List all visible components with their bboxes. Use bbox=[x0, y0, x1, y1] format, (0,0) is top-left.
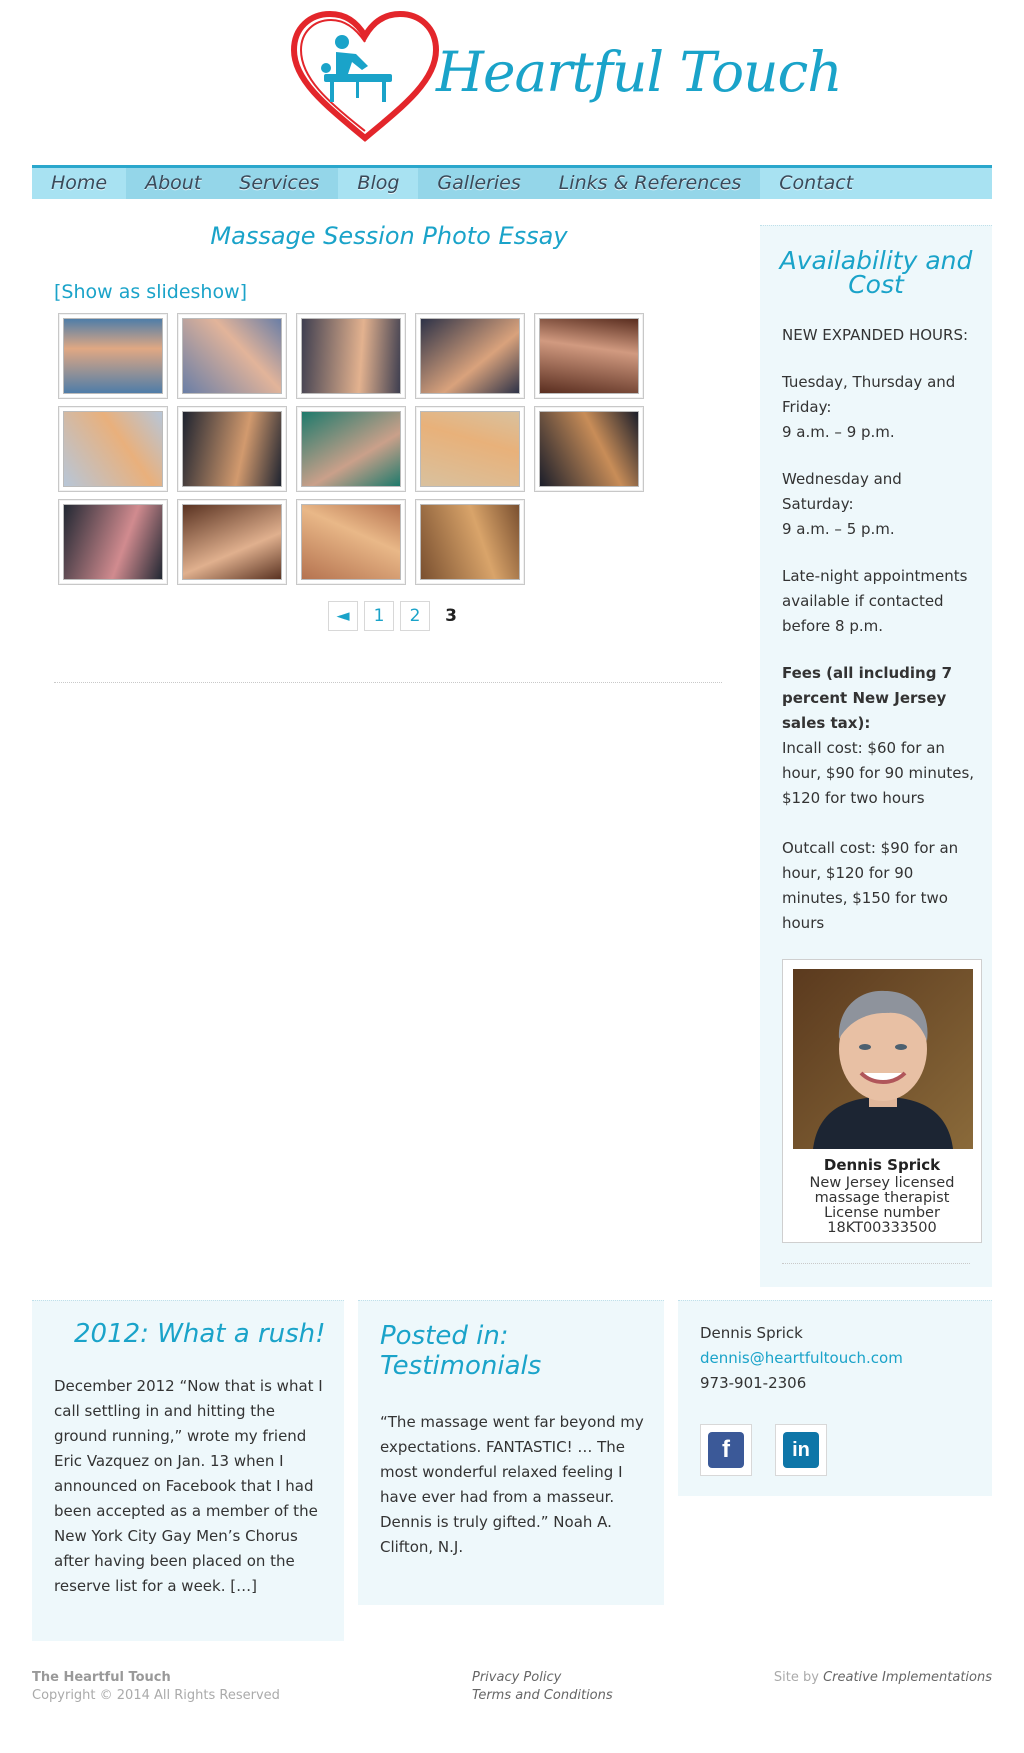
site-logo[interactable]: Heartful Touch bbox=[290, 10, 843, 142]
gallery-thumbnail[interactable] bbox=[534, 313, 644, 399]
gallery-thumbnail[interactable] bbox=[415, 406, 525, 492]
massage-photo bbox=[63, 318, 163, 394]
divider bbox=[782, 1263, 970, 1264]
gallery-thumbnail[interactable] bbox=[58, 499, 168, 585]
recent-post-title[interactable]: 2012: What a rush! bbox=[74, 1319, 326, 1349]
recent-post-excerpt: December 2012 “Now that is what I call s… bbox=[54, 1377, 323, 1595]
license-number: 18KT00333500 bbox=[827, 1220, 937, 1236]
massage-photo bbox=[63, 504, 163, 580]
sidebar-title: Availability and Cost bbox=[779, 246, 973, 299]
recent-post-widget: 2012: What a rush! December 2012 “Now th… bbox=[32, 1300, 344, 1641]
massage-photo bbox=[301, 411, 401, 487]
facebook-button[interactable]: f bbox=[700, 1424, 752, 1476]
massage-photo bbox=[182, 318, 282, 394]
massage-photo bbox=[420, 411, 520, 487]
gallery-thumbnail[interactable] bbox=[177, 313, 287, 399]
license-line-2: massage therapist bbox=[814, 1190, 950, 1206]
contact-email-link[interactable]: dennis@heartfultouch.com bbox=[700, 1346, 903, 1371]
massage-photo bbox=[182, 504, 282, 580]
gallery-thumbnail[interactable] bbox=[296, 499, 406, 585]
nav-services[interactable]: Services bbox=[220, 168, 339, 199]
fees-heading: Fees (all including 7 percent New Jersey… bbox=[782, 664, 953, 732]
nav-contact[interactable]: Contact bbox=[760, 168, 872, 199]
gallery-thumbnail[interactable] bbox=[415, 313, 525, 399]
gallery-thumbnail[interactable] bbox=[177, 406, 287, 492]
linkedin-icon: in bbox=[783, 1432, 819, 1468]
massage-photo bbox=[539, 411, 639, 487]
massage-photo bbox=[301, 504, 401, 580]
late-night-note: Late-night appointments available if con… bbox=[782, 567, 968, 635]
massage-photo bbox=[420, 318, 520, 394]
contact-name: Dennis Sprick bbox=[700, 1324, 803, 1342]
pagination: ◄ 1 2 3 bbox=[328, 601, 466, 631]
facebook-icon: f bbox=[708, 1432, 744, 1468]
nav-home[interactable]: Home bbox=[32, 168, 126, 199]
gallery-thumbnail[interactable] bbox=[534, 406, 644, 492]
nav-galleries[interactable]: Galleries bbox=[418, 168, 540, 199]
prev-page-button[interactable]: ◄ bbox=[328, 601, 358, 631]
hours-2: 9 a.m. – 5 p.m. bbox=[782, 520, 895, 538]
hours-1: 9 a.m. – 9 p.m. bbox=[782, 423, 895, 441]
incall-cost: Incall cost: $60 for an hour, $90 for 90… bbox=[782, 739, 975, 807]
gallery-thumbnail[interactable] bbox=[58, 313, 168, 399]
site-name: Heartful Touch bbox=[436, 40, 843, 104]
testimonial-text: “The massage went far beyond my expectat… bbox=[380, 1413, 644, 1556]
hours-heading: NEW EXPANDED HOURS: bbox=[782, 326, 969, 344]
linkedin-button[interactable]: in bbox=[775, 1424, 827, 1476]
gallery-thumbnail[interactable] bbox=[296, 406, 406, 492]
therapist-profile: Dennis Sprick New Jersey licensed massag… bbox=[782, 959, 982, 1243]
gallery-thumbnail[interactable] bbox=[296, 313, 406, 399]
current-page: 3 bbox=[445, 606, 457, 626]
massage-photo bbox=[182, 411, 282, 487]
outcall-cost: Outcall cost: $90 for an hour, $120 for … bbox=[782, 839, 959, 932]
massage-photo bbox=[420, 504, 520, 580]
heart-massage-icon bbox=[290, 10, 440, 142]
testimonial-title[interactable]: Posted in: Testimonials bbox=[380, 1321, 640, 1381]
massage-photo bbox=[301, 318, 401, 394]
divider bbox=[54, 682, 722, 683]
footer-site-name: The Heartful Touch bbox=[32, 1670, 171, 1685]
massage-photo bbox=[539, 318, 639, 394]
therapist-name: Dennis Sprick bbox=[823, 1156, 941, 1174]
availability-sidebar: Availability and Cost NEW EXPANDED HOURS… bbox=[760, 225, 992, 1287]
contact-widget: Dennis Sprick dennis@heartfultouch.com 9… bbox=[678, 1300, 992, 1496]
testimonial-widget: Posted in: Testimonials “The massage wen… bbox=[358, 1300, 664, 1605]
privacy-policy-link[interactable]: Privacy Policy bbox=[472, 1670, 561, 1685]
nav-blog[interactable]: Blog bbox=[338, 168, 418, 199]
days-1: Tuesday, Thursday and Friday: bbox=[782, 373, 956, 416]
page-1-button[interactable]: 1 bbox=[364, 601, 394, 631]
massage-photo bbox=[63, 411, 163, 487]
license-line-3: License number bbox=[824, 1205, 940, 1221]
credit-link[interactable]: Creative Implementations bbox=[823, 1670, 992, 1685]
page-title: Massage Session Photo Essay bbox=[210, 222, 568, 250]
page-2-button[interactable]: 2 bbox=[400, 601, 430, 631]
days-2: Wednesday and Saturday: bbox=[782, 470, 902, 513]
gallery-thumbnail[interactable] bbox=[177, 499, 287, 585]
show-slideshow-link[interactable]: [Show as slideshow] bbox=[54, 281, 247, 303]
nav-links-references[interactable]: Links & References bbox=[539, 168, 761, 199]
therapist-photo bbox=[793, 969, 973, 1149]
license-line-1: New Jersey licensed bbox=[809, 1175, 955, 1191]
contact-phone: 973-901-2306 bbox=[700, 1374, 807, 1392]
gallery-thumbnail[interactable] bbox=[415, 499, 525, 585]
copyright: Copyright © 2014 All Rights Reserved bbox=[32, 1688, 280, 1703]
nav-about[interactable]: About bbox=[126, 168, 221, 199]
site-credit: Site by Creative Implementations bbox=[774, 1670, 992, 1685]
credit-prefix: Site by bbox=[773, 1670, 819, 1685]
main-nav: Home About Services Blog Galleries Links… bbox=[32, 165, 992, 199]
terms-link[interactable]: Terms and Conditions bbox=[472, 1688, 613, 1703]
gallery-thumbnail[interactable] bbox=[58, 406, 168, 492]
